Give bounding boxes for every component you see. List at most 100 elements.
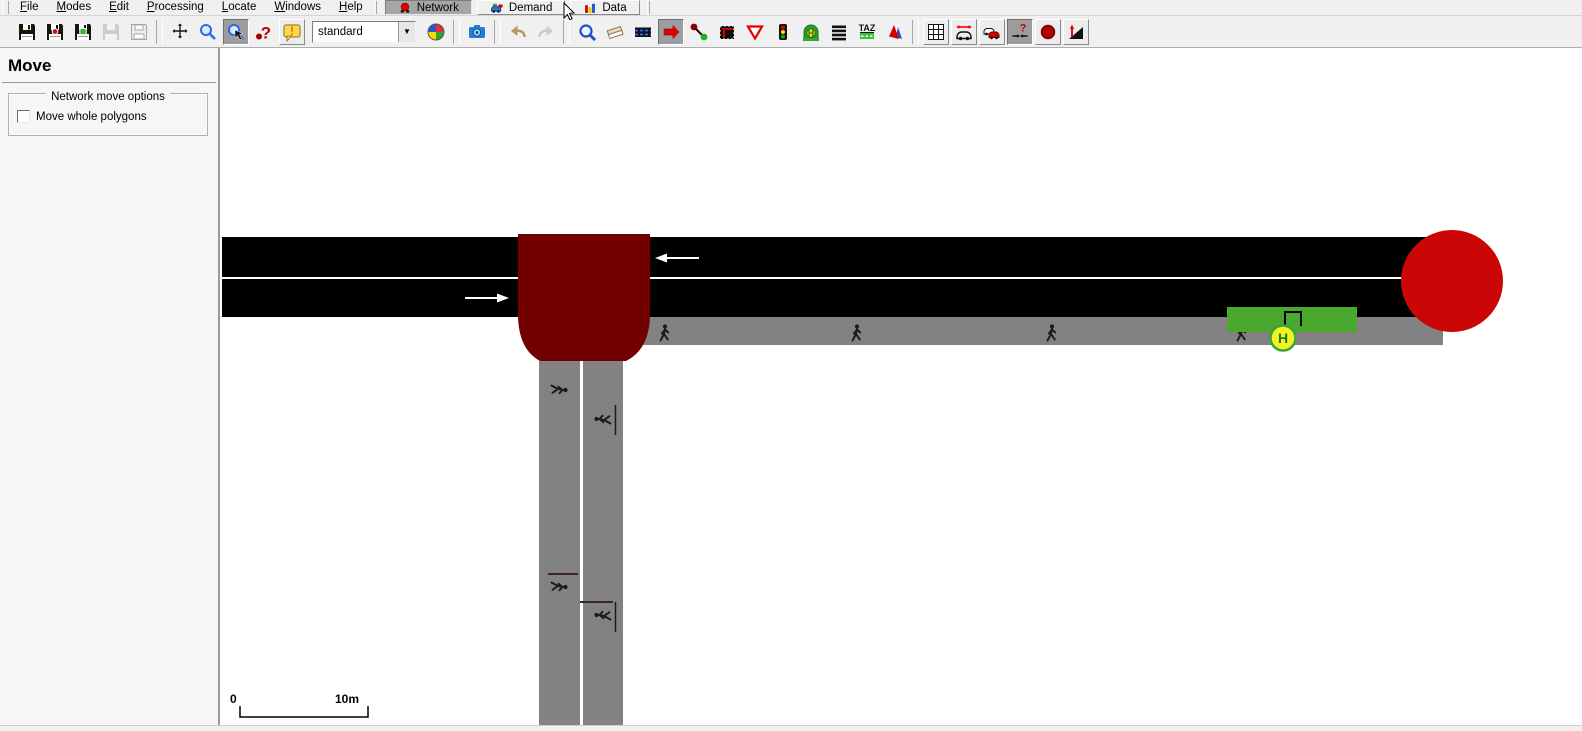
data-tab-icon [583,1,597,15]
edit-color-schemes-button[interactable] [423,19,449,45]
toolbar-separator [912,20,919,44]
network-tab-icon [398,1,412,15]
toolbar-separator [156,20,163,44]
movecross-icon [170,22,190,42]
redo-icon [536,22,556,42]
busstop-icon [801,22,821,42]
help-button[interactable] [251,19,277,45]
menu-file[interactable]: File [11,0,48,15]
opposite-edges-toggle[interactable] [979,19,1005,45]
svg-text:H: H [1278,330,1288,346]
junction-bubbles-toggle[interactable] [1035,19,1061,45]
junction-polygon[interactable] [518,234,650,361]
menu-help[interactable]: Help [330,0,372,15]
redarrow-icon [661,22,681,42]
msg-icon [282,22,302,42]
menu-processing[interactable]: Processing [138,0,213,15]
frame-title: Move [0,48,218,82]
inspect-mode-button[interactable] [574,19,600,45]
move-frame-sidebar: Move Network move options Move whole pol… [0,48,220,725]
tab-label: Data [602,2,626,14]
additional-mode-button[interactable] [798,19,824,45]
save-data-elements-button[interactable] [126,19,152,45]
toolbar-grip[interactable] [2,1,9,14]
delete-mode-button[interactable] [602,19,628,45]
move-whole-polygons-checkbox[interactable] [17,110,30,123]
shape-icon [885,22,905,42]
demand-tab-icon [490,1,504,15]
tab-label: Network [417,2,459,14]
floppy-dis2-icon [129,22,149,42]
recenter-view-button[interactable] [167,19,193,45]
floppy-red-icon [45,22,65,42]
traffic-light-mode-button[interactable] [770,19,796,45]
move-mode-button[interactable] [658,19,684,45]
merge-junctions-toggle[interactable] [1007,19,1033,45]
yield-icon [745,22,765,42]
toolbar-separator [453,20,460,44]
screenshot-button[interactable] [464,19,490,45]
undo-button[interactable] [505,19,531,45]
save-network-button[interactable] [42,19,68,45]
toolbar-separator [494,20,501,44]
edit-viewport-button[interactable] [195,19,221,45]
network-view[interactable]: H 0 10m [222,48,1582,725]
menu-bar: FileModesEditProcessingLocateWindowsHelp… [0,0,1582,16]
taz-mode-button[interactable] [854,19,880,45]
shape-mode-button[interactable] [882,19,908,45]
grid-icon [926,22,946,42]
prohibition-mode-button[interactable] [742,19,768,45]
menu-modes[interactable]: Modes [48,0,101,15]
divider [2,82,216,83]
tab-data[interactable]: Data [570,0,639,15]
junction-bubble[interactable] [1401,230,1503,332]
crossing-mode-button[interactable] [826,19,852,45]
lane-divider-line [222,277,1443,279]
network-canvas[interactable]: H 0 10m [222,48,1582,725]
selectframe-icon [717,22,737,42]
save-additionals-button[interactable] [70,19,96,45]
magcursor-icon [226,22,246,42]
menu-edit[interactable]: Edit [100,0,138,15]
toolbar-grip[interactable] [374,1,377,14]
colorwheel-icon [426,22,446,42]
menu-locate[interactable]: Locate [213,0,266,15]
trafficlight-icon [773,22,793,42]
toolbar-grip[interactable] [647,1,650,14]
elevation-toggle[interactable] [1063,19,1089,45]
save-config-button[interactable] [14,19,40,45]
elevation-icon [1066,22,1086,42]
connection-mode-button[interactable] [686,19,712,45]
toolbar-separator [563,20,570,44]
menu-windows[interactable]: Windows [265,0,330,15]
bus-stop-symbol[interactable]: H [1271,326,1296,351]
helpq-icon [254,22,274,42]
tab-network[interactable]: Network [385,0,472,15]
move-whole-polygons-row[interactable]: Move whole polygons [17,110,199,123]
scale-bar: 0 10m [230,692,368,717]
chain-edges-toggle[interactable] [951,19,977,45]
select-mode-button[interactable] [714,19,740,45]
status-bar [0,725,1582,731]
camera-icon [467,22,487,42]
combo-value: standard [313,26,398,38]
redo-button[interactable] [533,19,559,45]
chevron-down-icon[interactable]: ▼ [398,22,415,42]
taz-icon [857,22,877,42]
merge-icon [1010,22,1030,42]
create-edge-mode-button[interactable] [630,19,656,45]
tab-demand[interactable]: Demand [477,0,565,15]
grid-toggle[interactable] [923,19,949,45]
save-demand-elements-button[interactable] [98,19,124,45]
carchain-icon [954,22,974,42]
svg-text:0: 0 [230,692,237,706]
message-window-toggle[interactable] [279,19,305,45]
floppy-green-icon [73,22,93,42]
undo-icon [508,22,528,42]
toolbar: standard▼ [0,16,1582,48]
groupbox-label: Network move options [46,91,170,103]
lane-divider-line [580,361,583,725]
color-scheme-select[interactable]: standard▼ [312,21,416,43]
supermode-tabs: Network Demand Data [385,0,645,15]
zoom-style-toggle[interactable] [223,19,249,45]
